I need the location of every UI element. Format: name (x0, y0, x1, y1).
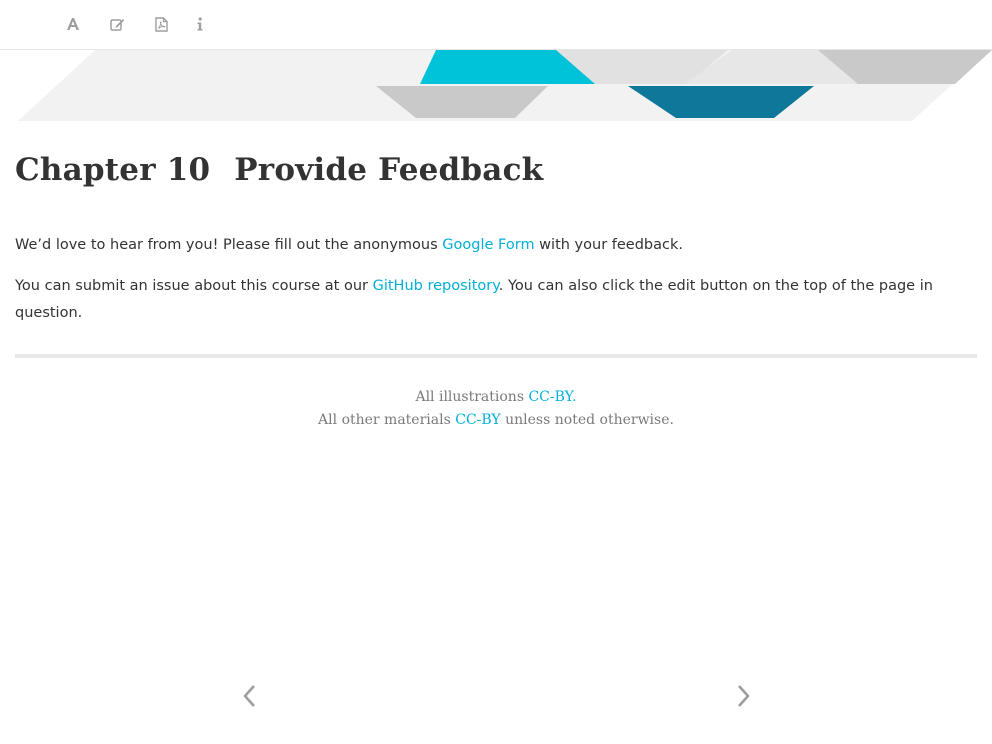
google-form-link[interactable]: Google Form (442, 237, 534, 253)
font-settings-icon (66, 17, 80, 31)
github-repository-link[interactable]: GitHub repository (373, 278, 499, 294)
info-button[interactable] (188, 12, 212, 36)
info-icon (197, 17, 203, 31)
edit-icon (109, 17, 125, 32)
footer-text: All other materials (318, 412, 456, 428)
issue-paragraph: You can submit an issue about this cours… (15, 273, 977, 327)
materials-cc-by-link[interactable]: CC-BY (455, 412, 500, 428)
paragraph-text: with your feedback. (534, 237, 683, 253)
chapter-number: Chapter 10 (15, 152, 211, 188)
illustrations-cc-by-link[interactable]: CC-BY. (528, 389, 576, 405)
license-footer: All illustrations CC-BY. All other mater… (0, 386, 992, 432)
divider (15, 354, 977, 358)
materials-license-line: All other materials CC-BY unless noted o… (0, 409, 992, 432)
chevron-right-icon (737, 684, 751, 712)
top-toolbar (0, 0, 992, 50)
header-banner-graphic (18, 50, 992, 121)
chapter-heading: Chapter 10 Provide Feedback (15, 152, 543, 188)
paragraph-text: You can submit an issue about this cours… (15, 278, 373, 294)
footer-text: All illustrations (415, 389, 529, 405)
pdf-icon (154, 16, 168, 32)
paragraph-text: We’d love to hear from you! Please fill … (15, 237, 443, 253)
next-page-button[interactable] (734, 684, 754, 712)
edit-button[interactable] (105, 12, 129, 36)
previous-page-button[interactable] (239, 684, 259, 712)
illustrations-license-line: All illustrations CC-BY. (0, 386, 992, 409)
footer-text: unless noted otherwise. (500, 412, 674, 428)
feedback-paragraph: We’d love to hear from you! Please fill … (15, 232, 977, 259)
chevron-left-icon (242, 684, 256, 712)
font-settings-button[interactable] (61, 12, 85, 36)
pdf-button[interactable] (149, 12, 173, 36)
chapter-title: Provide Feedback (234, 152, 544, 188)
